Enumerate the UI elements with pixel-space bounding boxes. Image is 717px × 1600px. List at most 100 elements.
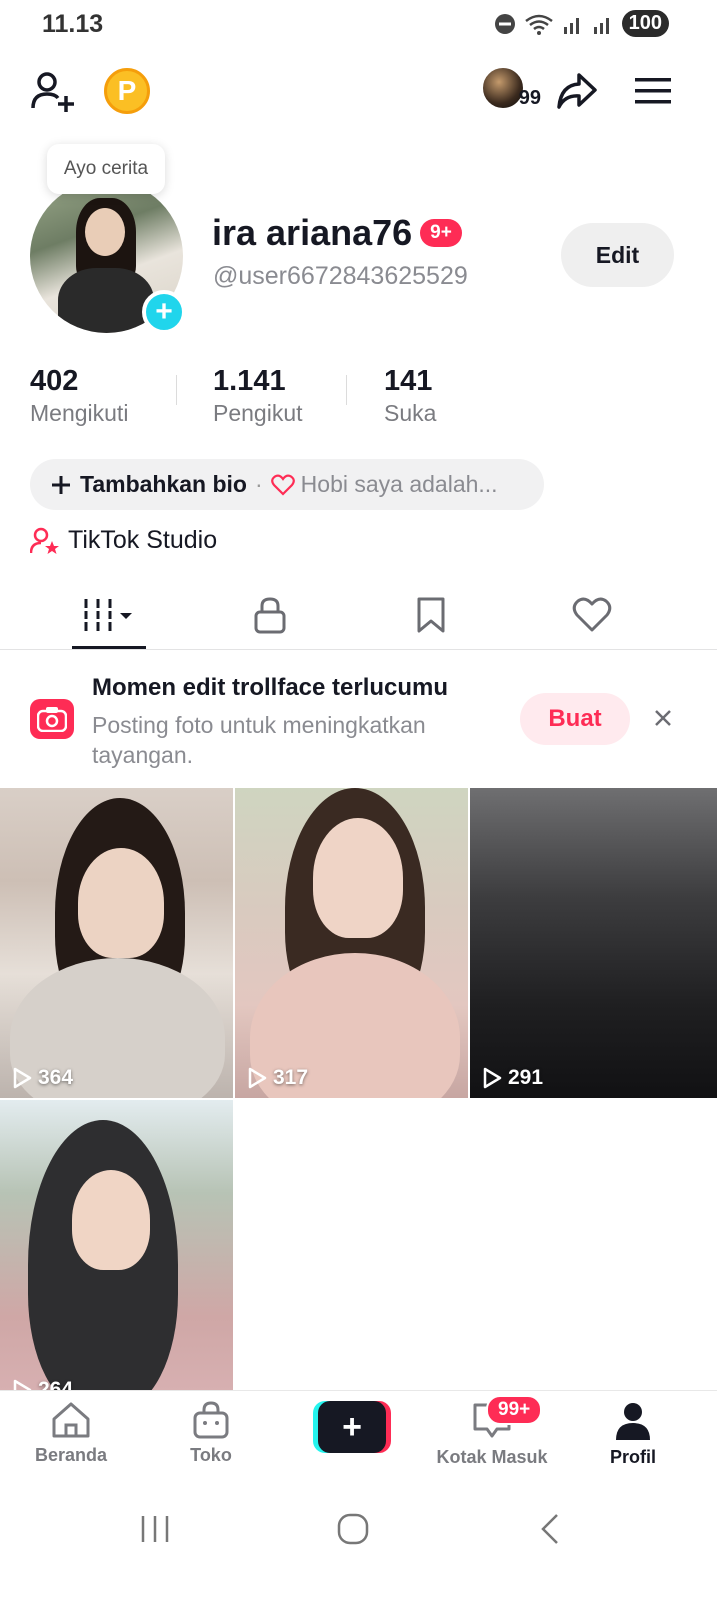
stat-followers[interactable]: 1.141 Pengikut: [213, 365, 303, 427]
camera-icon: [30, 699, 74, 739]
tab-private[interactable]: [210, 580, 330, 650]
video-thumbnail[interactable]: 291: [470, 788, 717, 1098]
view-count: 317: [247, 1066, 308, 1090]
home-system-button[interactable]: [328, 1504, 378, 1554]
stat-value: 141: [384, 365, 433, 397]
nav-profile[interactable]: Profil: [573, 1401, 693, 1468]
promo-title: Momen edit trollface terlucumu: [92, 674, 449, 701]
lock-icon: [254, 597, 286, 634]
active-tab-indicator: [72, 646, 146, 649]
add-user-icon: [31, 72, 74, 112]
plus-icon: [52, 475, 70, 494]
promo-banner: Momen edit trollface terlucumu Posting f…: [0, 651, 717, 786]
plus-icon: +: [155, 295, 173, 328]
stat-divider: [176, 375, 177, 405]
avatar-face: [85, 208, 125, 256]
stat-label: Pengikut: [213, 400, 303, 426]
dnd-icon: [494, 13, 515, 34]
profile-stats: 402 Mengikuti 1.141 Pengikut 141 Suka: [30, 365, 530, 427]
system-navigation-bar: [0, 1480, 717, 1600]
tab-liked[interactable]: [532, 580, 652, 650]
view-count-value: 264: [38, 1378, 74, 1390]
view-count: 264: [12, 1378, 73, 1390]
heart-icon: [270, 474, 295, 496]
tab-saved[interactable]: [371, 580, 491, 650]
stat-value: 1.141: [213, 365, 286, 397]
promo-subtitle: Posting foto untuk meningkatkan tayangan…: [92, 712, 426, 768]
avatar-shirt: [58, 268, 154, 333]
close-promo-button[interactable]: [650, 705, 676, 731]
profile-top-bar: P 99: [0, 60, 717, 120]
add-bio-button[interactable]: Tambahkan bio · Hobi saya adalah...: [30, 459, 544, 510]
visitors-count: 99: [518, 87, 541, 109]
video-thumbnail[interactable]: 317: [235, 788, 468, 1098]
stat-likes[interactable]: 141 Suka: [384, 365, 436, 427]
stat-value: 402: [30, 365, 79, 397]
bookmark-icon: [417, 597, 445, 633]
points-icon: P: [117, 75, 137, 106]
nav-label: Kotak Masuk: [436, 1447, 548, 1467]
video-thumbnail[interactable]: 364: [0, 788, 233, 1098]
thumbnail-face: [313, 818, 403, 938]
video-grid-icon: [84, 599, 132, 631]
add-bio-label: Tambahkan bio: [80, 471, 247, 497]
hamburger-menu-icon: [635, 78, 671, 104]
edit-profile-button[interactable]: Edit: [561, 223, 674, 287]
play-icon: [483, 1067, 502, 1089]
play-icon: [13, 1379, 32, 1390]
home-icon: [52, 1402, 90, 1438]
view-count-value: 317: [273, 1066, 309, 1089]
shopping-bag-icon: [193, 1401, 229, 1439]
status-bar: 11.13 100: [0, 0, 717, 48]
tiktok-studio-link[interactable]: TikTok Studio: [30, 526, 217, 555]
add-friend-button[interactable]: [28, 66, 78, 116]
hobby-suggestion: Hobi saya adalah...: [300, 471, 498, 497]
profile-visitors-button[interactable]: 99: [480, 66, 541, 110]
close-icon: [655, 710, 671, 726]
bio-separator: ·: [255, 471, 263, 497]
display-name: ira ariana76: [212, 212, 413, 253]
content-tabs: [0, 580, 717, 650]
video-grid: 364 317 291 264: [0, 788, 717, 1390]
heart-outline-icon: [572, 597, 612, 632]
play-icon: [13, 1067, 32, 1089]
share-profile-button[interactable]: [552, 66, 602, 116]
create-video-button[interactable]: +: [313, 1401, 391, 1453]
wifi-icon: [524, 14, 553, 35]
name-row: ira ariana76 9+: [212, 212, 462, 254]
nav-label: Toko: [190, 1445, 232, 1465]
recent-apps-button[interactable]: [130, 1504, 180, 1554]
nav-shop[interactable]: Toko: [151, 1401, 271, 1466]
stat-following[interactable]: 402 Mengikuti: [30, 365, 128, 427]
inbox-badge: 99+: [486, 1395, 543, 1425]
story-prompt-bubble[interactable]: Ayo cerita: [47, 144, 165, 194]
status-time: 11.13: [42, 10, 104, 38]
stat-label: Suka: [384, 400, 437, 426]
back-chevron-icon: [541, 1514, 558, 1544]
menu-button[interactable]: [628, 66, 678, 116]
creator-star-icon: [30, 527, 59, 554]
battery-indicator: 100: [621, 10, 669, 37]
tab-videos[interactable]: [50, 580, 170, 650]
nav-label: Profil: [609, 1447, 656, 1467]
thumbnail-face: [78, 848, 164, 958]
signal-icon-2: [593, 17, 609, 34]
video-thumbnail[interactable]: 264: [0, 1100, 233, 1390]
username: @user6672843625529: [213, 262, 468, 290]
nav-label: Beranda: [34, 1445, 108, 1465]
play-icon: [248, 1067, 267, 1089]
nav-home[interactable]: Beranda: [11, 1401, 131, 1466]
bottom-navigation: Beranda Toko + Kotak Masuk 99+ Profil: [0, 1390, 717, 1480]
studio-label: TikTok Studio: [68, 526, 218, 554]
back-button[interactable]: [525, 1504, 575, 1554]
create-plus-icon: +: [318, 1401, 386, 1453]
add-story-button[interactable]: +: [142, 290, 186, 334]
view-count-value: 364: [38, 1066, 74, 1089]
notification-badge[interactable]: 9+: [420, 219, 462, 247]
view-count-value: 291: [508, 1066, 544, 1089]
create-post-button[interactable]: Buat: [520, 693, 630, 745]
share-icon: [557, 73, 597, 109]
home-circle-icon: [337, 1513, 369, 1545]
points-button[interactable]: P: [104, 68, 150, 114]
view-count: 291: [482, 1066, 543, 1090]
